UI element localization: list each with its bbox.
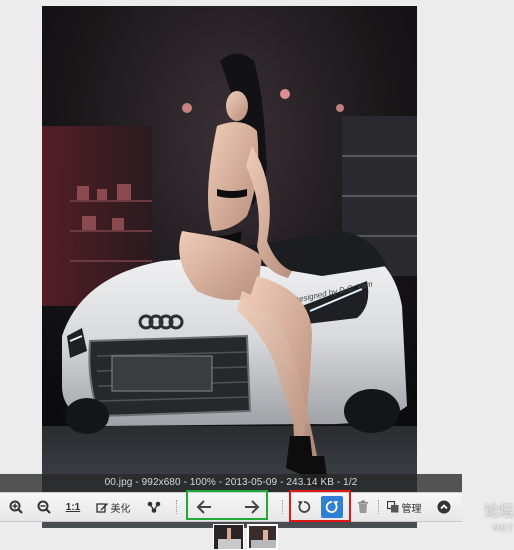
manage-label: 管理 [401,503,422,515]
manage-button[interactable]: 管理 [384,493,424,521]
manage-icon [386,501,398,513]
thumbnail-item-active[interactable] [247,524,278,550]
zoom-out-icon [37,500,51,514]
thumbnail-image [249,526,276,548]
thumbnail-strip [213,524,278,550]
zoom-in-button[interactable] [6,493,26,521]
share-icon [147,501,161,513]
watermark-main: 论坛 [483,503,514,520]
actual-size-label: 1:1 [65,501,81,513]
watermark-sub: NET [493,523,514,533]
zoom-out-button[interactable] [34,493,54,521]
edit-pencil-icon [95,502,108,513]
delete-button[interactable] [354,493,372,521]
trash-icon [358,500,368,513]
photo-image: Designed by D.C. Yam [42,6,417,528]
image-viewer: Designed by D.C. Yam 00.jpg - 992x680 - … [0,0,514,550]
beautify-button[interactable]: 美化 [94,493,132,521]
actual-size-button[interactable]: 1:1 [62,493,84,521]
site-watermark: 论坛 NET [440,500,514,548]
rotate-highlight-box [289,490,351,522]
toolbar-separator [378,500,380,514]
thumbnail-image [214,525,243,549]
share-button[interactable] [144,493,164,521]
toolbar-separator [282,500,284,514]
thumbnail-item[interactable] [213,524,244,550]
beautify-label: 美化 [110,503,131,515]
zoom-in-icon [9,500,23,514]
navigation-highlight-box [186,490,268,520]
toolbar-separator [176,500,178,514]
photo-canvas: Designed by D.C. Yam [42,6,417,528]
